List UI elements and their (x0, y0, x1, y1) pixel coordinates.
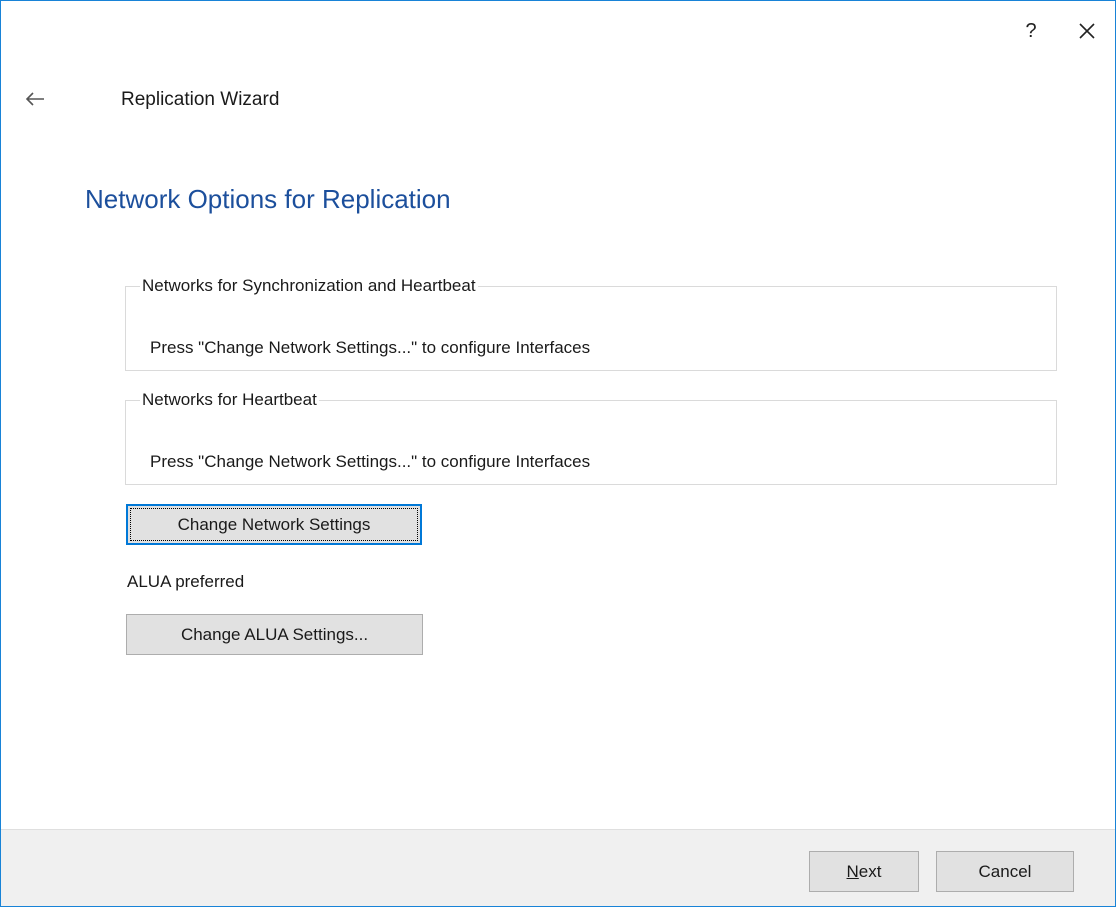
sync-heartbeat-group: Networks for Synchronization and Heartbe… (125, 276, 1057, 371)
back-button[interactable] (23, 87, 47, 111)
title-bar-controls: ? (1003, 1, 1115, 61)
focus-indicator (130, 508, 418, 541)
help-button[interactable]: ? (1003, 1, 1059, 61)
sync-heartbeat-group-text: Press "Change Network Settings..." to co… (150, 338, 591, 357)
cancel-button-label: Cancel (978, 861, 1032, 881)
close-icon (1079, 23, 1095, 39)
alua-status-label: ALUA preferred (127, 572, 245, 591)
wizard-title: Replication Wizard (121, 89, 280, 110)
close-button[interactable] (1059, 1, 1115, 61)
wizard-window: ? Replication Wizard Network Options for… (0, 0, 1116, 907)
cancel-button[interactable]: Cancel (936, 851, 1074, 892)
heartbeat-group-text: Press "Change Network Settings..." to co… (150, 452, 591, 471)
next-button-label: Next (846, 861, 882, 881)
change-network-settings-button[interactable]: Change Network Settings (126, 504, 422, 545)
heartbeat-group: Networks for Heartbeat Press "Change Net… (125, 390, 1057, 485)
sync-heartbeat-group-legend: Networks for Synchronization and Heartbe… (142, 276, 476, 295)
change-alua-settings-button[interactable]: Change ALUA Settings... (126, 614, 423, 655)
heartbeat-group-legend: Networks for Heartbeat (142, 390, 317, 409)
next-button[interactable]: Next (809, 851, 919, 892)
wizard-footer: Next Cancel (1, 829, 1115, 906)
page-heading: Network Options for Replication (85, 184, 451, 214)
change-alua-settings-label: Change ALUA Settings... (180, 624, 369, 644)
back-arrow-icon (25, 92, 44, 106)
